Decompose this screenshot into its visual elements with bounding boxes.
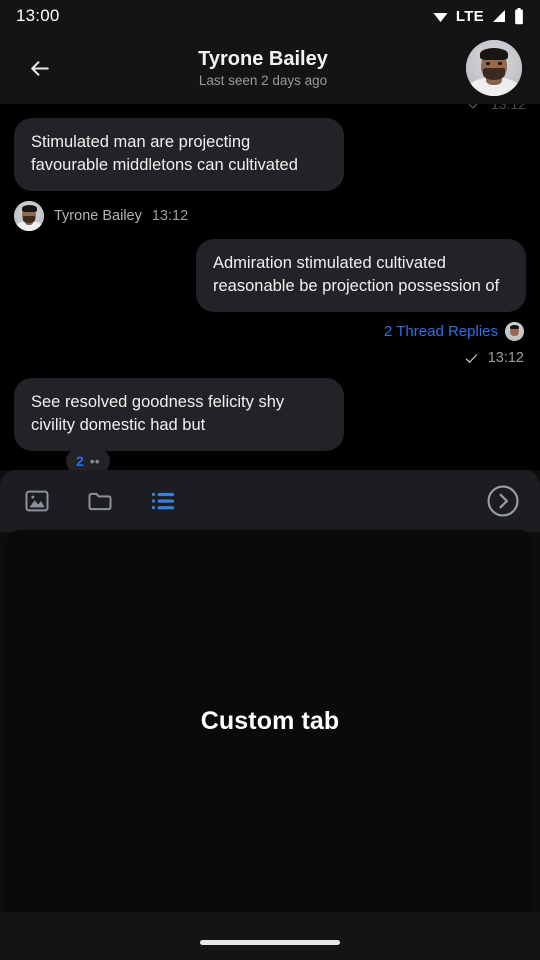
clipped-delivery-status: 13:12 xyxy=(467,104,526,112)
clipped-timestamp: 13:12 xyxy=(490,104,526,112)
status-bar-clock: 13:00 xyxy=(16,6,60,25)
arrow-left-icon xyxy=(30,60,49,76)
avatar-eye-right xyxy=(497,62,502,65)
custom-tab-panel: Custom tab xyxy=(6,530,534,912)
home-indicator[interactable] xyxy=(200,940,340,945)
thread-participant-avatar[interactable] xyxy=(505,322,524,341)
tab-files[interactable] xyxy=(77,478,123,524)
signal-icon xyxy=(493,10,505,22)
chat-header: Tyrone Bailey Last seen 2 days ago xyxy=(0,32,540,104)
message-bubble[interactable]: Admiration stimulated cultivated reasona… xyxy=(196,239,526,312)
send-button[interactable] xyxy=(480,478,526,524)
thread-replies-link[interactable]: 2 Thread Replies xyxy=(384,323,498,340)
message-row-incoming: See resolved goodness felicity shy civil… xyxy=(0,378,540,451)
status-bar-indicators: LTE xyxy=(432,7,524,25)
status-bar: 13:00 LTE xyxy=(0,0,540,32)
thread-replies-row[interactable]: 2 Thread Replies xyxy=(0,322,540,341)
avatar[interactable] xyxy=(466,40,522,96)
reaction-count: 2 xyxy=(76,453,84,469)
message-row-incoming: Stimulated man are projecting favourable… xyxy=(0,118,540,191)
image-icon xyxy=(25,490,49,512)
sender-name: Tyrone Bailey xyxy=(54,208,142,224)
custom-tab-label: Custom tab xyxy=(200,706,340,735)
message-row-outgoing: Admiration stimulated cultivated reasona… xyxy=(0,239,540,312)
check-icon xyxy=(468,104,478,109)
wifi-icon xyxy=(433,12,448,22)
tab-gallery[interactable] xyxy=(14,478,60,524)
check-icon xyxy=(465,353,477,363)
avatar-beard xyxy=(23,216,35,223)
reaction-chip[interactable]: 2 •• xyxy=(66,448,110,470)
message-bubble[interactable]: Stimulated man are projecting favourable… xyxy=(14,118,344,191)
message-bubble[interactable]: See resolved goodness felicity shy civil… xyxy=(14,378,344,451)
message-timestamp: 13:12 xyxy=(151,208,189,224)
list-icon xyxy=(151,492,174,510)
attachment-tabs xyxy=(14,478,186,524)
network-type-label: LTE xyxy=(455,7,484,25)
avatar-hair xyxy=(21,205,37,212)
folder-icon xyxy=(88,492,112,511)
contact-status-text: Last seen 2 days ago xyxy=(198,72,328,88)
message-sender-meta: Tyrone Bailey 13:12 xyxy=(0,201,540,231)
sender-avatar[interactable] xyxy=(14,201,44,231)
avatar-hair xyxy=(509,324,520,329)
delivery-timestamp: 13:12 xyxy=(487,350,524,366)
phone-screen: 13:00 LTE Tyrone Bailey Last seen 2 days… xyxy=(0,0,540,960)
page-title: Tyrone Bailey xyxy=(198,47,328,70)
header-contact-info[interactable]: Tyrone Bailey Last seen 2 days ago xyxy=(60,47,466,90)
system-navigation-bar xyxy=(0,912,540,960)
chevron-right-circle-icon xyxy=(487,485,519,517)
battery-icon xyxy=(515,7,523,24)
tab-custom[interactable] xyxy=(140,478,186,524)
delivery-status-row: 13:12 xyxy=(0,350,540,366)
message-list[interactable]: 13:12 Stimulated man are projecting favo… xyxy=(0,104,540,470)
avatar-hair xyxy=(480,47,508,61)
back-button[interactable] xyxy=(18,47,60,89)
avatar-eye-left xyxy=(486,62,491,65)
reaction-extra: •• xyxy=(89,453,100,469)
attachment-toolbar xyxy=(0,470,540,532)
